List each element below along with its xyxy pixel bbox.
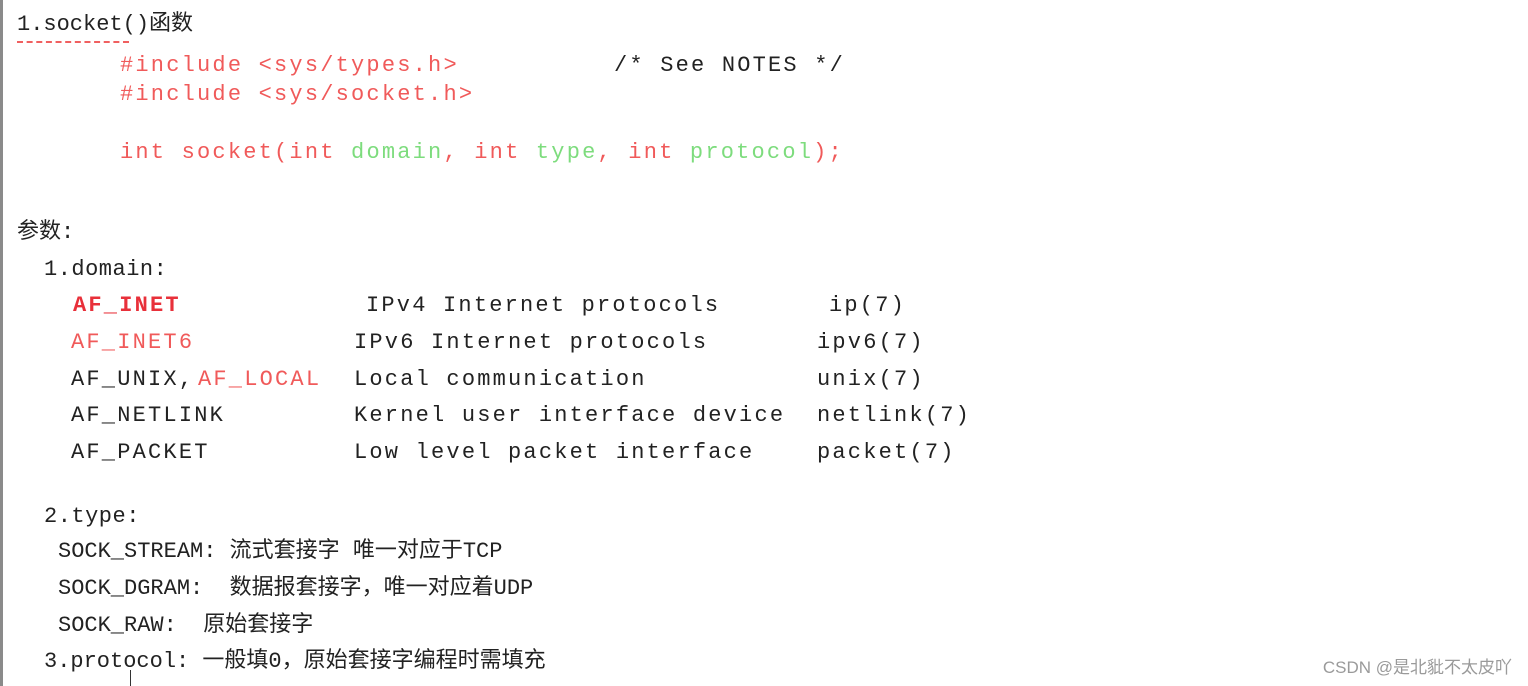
- text-cursor-icon: [130, 670, 131, 686]
- domain-desc: Kernel user interface device: [354, 403, 786, 428]
- domain-desc: Low level packet interface: [354, 440, 755, 465]
- section-title: 1.socket()函数: [17, 12, 194, 37]
- domain-label: 1.domain:: [44, 257, 168, 282]
- domain-ref: netlink(7): [817, 403, 972, 428]
- protocol-line: 3.protocol: 一般填0，原始套接字编程时需填充: [44, 649, 546, 674]
- domain-ref: unix(7): [817, 367, 925, 392]
- domain-name: AF_UNIX,: [71, 367, 195, 392]
- domain-ref: ip(7): [829, 293, 907, 318]
- domain-desc: IPv4 Internet protocols: [366, 293, 721, 318]
- domain-ref: ipv6(7): [817, 330, 925, 355]
- watermark: CSDN @是北豼不太皮吖: [1322, 658, 1512, 677]
- domain-desc: IPv6 Internet protocols: [354, 330, 709, 355]
- params-label: 参数:: [17, 220, 75, 245]
- domain-name: AF_PACKET: [71, 440, 210, 465]
- left-border: [0, 0, 3, 686]
- type-row: SOCK_STREAM: 流式套接字 唯一对应于TCP: [58, 539, 503, 564]
- spellcheck-underline: [17, 41, 129, 43]
- domain-ref: packet(7): [817, 440, 956, 465]
- include-types: #include <sys/types.h>: [120, 53, 459, 78]
- sig-protocol: protocol: [689, 140, 814, 165]
- include-comment: /* See NOTES */: [614, 53, 846, 78]
- domain-name: AF_INET6: [71, 330, 195, 355]
- domain-name: AF_NETLINK: [71, 403, 226, 428]
- sig-a: int socket(int: [120, 140, 352, 165]
- domain-name: AF_INET: [73, 293, 181, 318]
- type-row: SOCK_DGRAM: 数据报套接字，唯一对应着UDP: [58, 576, 534, 601]
- socket-signature: int socket(int domain, int type, int pro…: [120, 142, 844, 164]
- sig-e: , int: [597, 140, 690, 165]
- type-label: 2.type:: [44, 504, 140, 529]
- sig-c: , int: [443, 140, 536, 165]
- include-socket: #include <sys/socket.h>: [120, 82, 475, 107]
- sig-g: );: [813, 140, 844, 165]
- sig-type: type: [535, 140, 598, 165]
- domain-desc: Local communication: [354, 367, 647, 392]
- type-row: SOCK_RAW: 原始套接字: [58, 613, 314, 638]
- domain-name-local: AF_LOCAL: [198, 367, 322, 392]
- sig-domain: domain: [351, 140, 444, 165]
